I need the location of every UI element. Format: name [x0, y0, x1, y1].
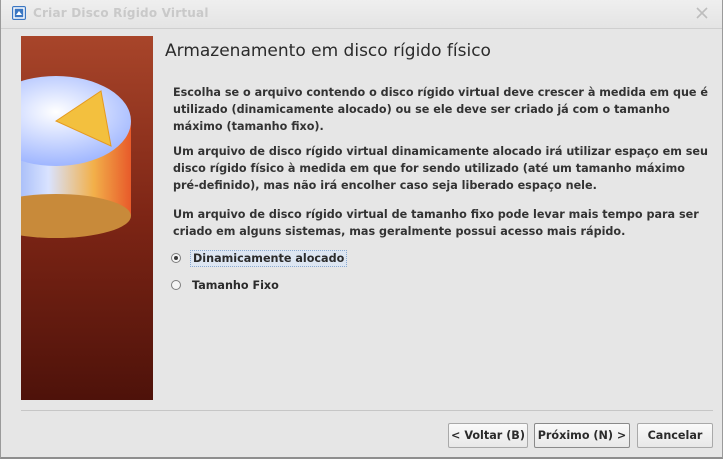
disk-pie-illustration — [21, 36, 153, 400]
description-paragraph-2: Um arquivo de disco rígido virtual dinam… — [173, 145, 708, 192]
close-icon[interactable] — [694, 5, 710, 21]
title-bar[interactable]: Criar Disco Rígido Virtual — [1, 0, 722, 29]
radio-dynamic-option[interactable]: Dinamicamente alocado — [171, 249, 348, 267]
radio-dynamic-button[interactable] — [171, 253, 181, 263]
radio-fixed-option[interactable]: Tamanho Fixo — [171, 276, 281, 294]
window-title: Criar Disco Rígido Virtual — [33, 6, 209, 20]
cancel-button[interactable]: Cancelar — [637, 423, 713, 448]
dialog-window: Criar Disco Rígido Virtual Armazenamento… — [0, 0, 723, 459]
description-paragraph-3: Um arquivo de disco rígido virtual de ta… — [173, 208, 699, 238]
back-button[interactable]: < Voltar (B) — [448, 423, 528, 448]
next-button[interactable]: Próximo (N) > — [534, 423, 630, 448]
virtualbox-icon — [12, 6, 26, 20]
description-paragraph-1: Escolha se o arquivo contendo o disco rí… — [173, 86, 708, 133]
radio-fixed-button[interactable] — [171, 280, 181, 290]
radio-fixed-label[interactable]: Tamanho Fixo — [190, 278, 281, 293]
footer-separator — [21, 410, 713, 411]
page-title: Armazenamento em disco rígido físico — [165, 41, 491, 61]
radio-dynamic-label[interactable]: Dinamicamente alocado — [190, 249, 348, 267]
